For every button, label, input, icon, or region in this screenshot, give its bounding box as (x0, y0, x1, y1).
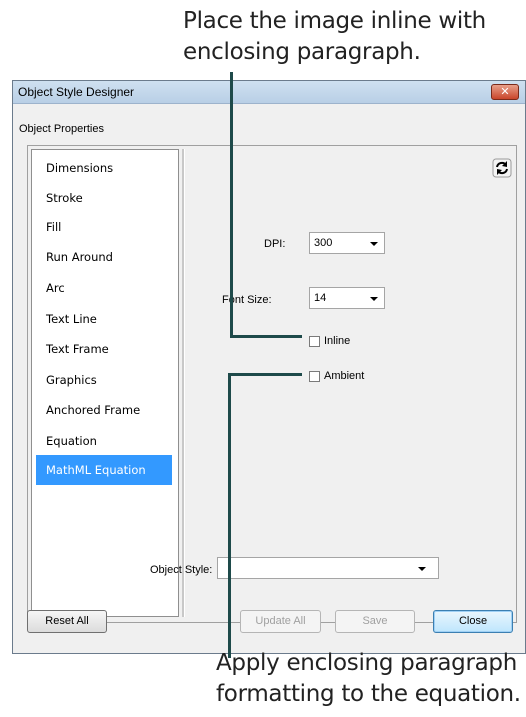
category-item-dimensions[interactable]: Dimensions (36, 154, 172, 182)
dpi-value: 300 (314, 237, 333, 249)
category-item-anchored-frame[interactable]: Anchored Frame (36, 396, 172, 424)
category-item-mathml-equation[interactable]: MathML Equation (36, 455, 172, 485)
object-style-select[interactable] (217, 557, 439, 579)
category-item-equation[interactable]: Equation (36, 427, 172, 455)
category-item-graphics[interactable]: Graphics (36, 366, 172, 394)
leader-line-ambient-horizontal (228, 373, 302, 376)
category-item-fill[interactable]: Fill (36, 213, 172, 241)
inline-label: Inline (324, 335, 351, 347)
callout-ambient: Apply enclosing paragraph formatting to … (216, 650, 521, 707)
object-style-label: Object Style: (150, 564, 213, 576)
chevron-down-icon (418, 567, 426, 571)
category-list: Dimensions Stroke Fill Run Around Arc Te… (31, 149, 179, 617)
chevron-down-icon (370, 297, 378, 301)
window-title: Object Style Designer (18, 85, 135, 99)
leader-line-inline-horizontal (230, 335, 302, 338)
save-button[interactable]: Save (335, 610, 415, 633)
font-size-value: 14 (314, 292, 327, 304)
font-size-select[interactable]: 14 (309, 287, 385, 309)
callout-inline: Place the image inline with enclosing pa… (183, 8, 486, 65)
ambient-checkbox[interactable] (309, 371, 320, 382)
dpi-select[interactable]: 300 (309, 232, 385, 254)
category-item-run-around[interactable]: Run Around (36, 243, 172, 271)
reset-all-button[interactable]: Reset All (27, 610, 107, 633)
ambient-label: Ambient (324, 370, 365, 382)
chevron-down-icon (370, 242, 378, 246)
object-style-designer-window: Object Style Designer ✕ Object Propertie… (12, 80, 526, 654)
refresh-icon[interactable] (492, 158, 512, 178)
properties-panel: Dimensions Stroke Fill Run Around Arc Te… (27, 145, 517, 623)
category-item-text-frame[interactable]: Text Frame (36, 335, 172, 363)
panel-splitter[interactable] (182, 149, 185, 617)
leader-line-inline-vertical (230, 72, 233, 338)
update-all-button[interactable]: Update All (240, 610, 321, 633)
category-item-stroke[interactable]: Stroke (36, 184, 172, 212)
close-button[interactable]: Close (433, 610, 513, 633)
category-item-text-line[interactable]: Text Line (36, 305, 172, 333)
title-bar[interactable]: Object Style Designer ✕ (13, 81, 525, 104)
dpi-label: DPI: (264, 238, 286, 250)
inline-checkbox[interactable] (309, 336, 320, 347)
object-properties-label: Object Properties (19, 123, 104, 135)
leader-line-ambient-vertical (228, 373, 231, 658)
category-item-arc[interactable]: Arc (36, 274, 172, 302)
close-window-button[interactable]: ✕ (491, 84, 519, 100)
